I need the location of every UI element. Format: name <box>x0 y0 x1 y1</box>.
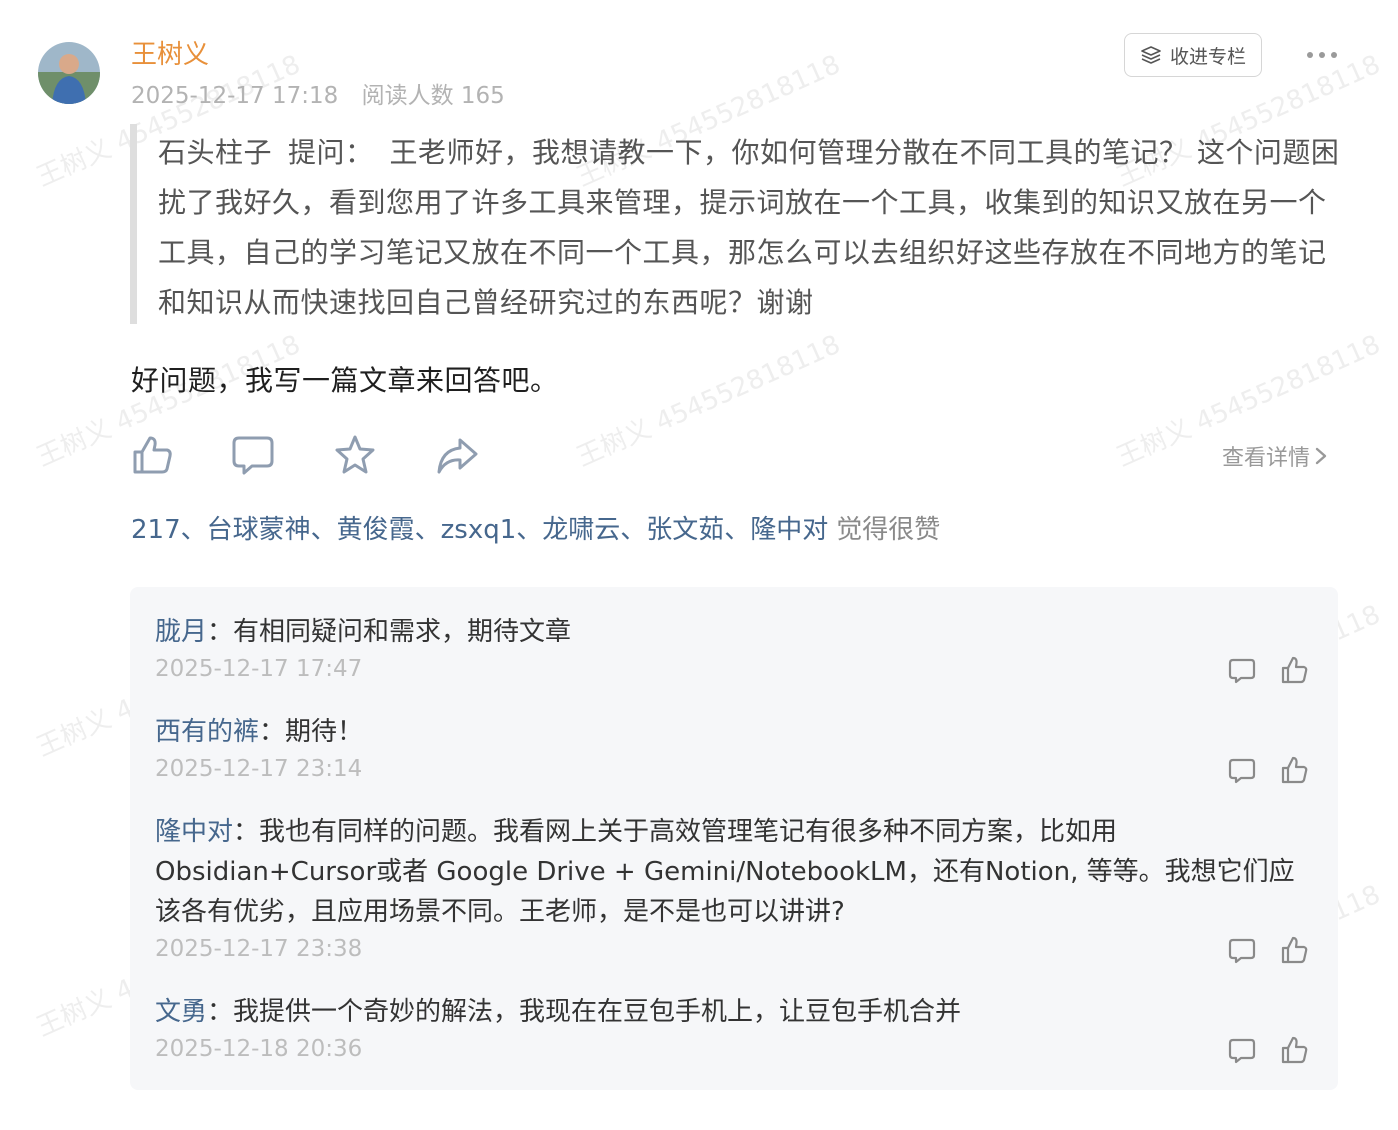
comment-like-button[interactable] <box>1280 935 1310 965</box>
comment-text: 我也有同样的问题。我看网上关于高效管理笔记有很多种不同方案，比如用 Obsidi… <box>155 817 1295 927</box>
comment-text: 期待！ <box>285 717 364 747</box>
comment-item: 西有的裤：期待！ <box>155 712 1305 752</box>
view-count: 阅读人数 165 <box>361 83 505 109</box>
comment-text: 我提供一个奇妙的解法，我现在在豆包手机上，让豆包手机合并 <box>233 997 962 1027</box>
comment-reply-button[interactable] <box>1227 656 1257 686</box>
author-avatar[interactable] <box>38 42 100 104</box>
comment-separator: ： <box>207 997 234 1027</box>
post-date: 2025-12-17 17:18 <box>131 83 339 109</box>
watermark: 王树义 454552818118 <box>572 329 845 473</box>
avatar-photo <box>38 42 100 104</box>
comment-reply-button[interactable] <box>1227 936 1257 966</box>
comment-author[interactable]: 文勇 <box>155 997 207 1027</box>
post-meta: 2025-12-17 17:18 阅读人数 165 <box>131 76 505 110</box>
view-details-label: 查看详情 <box>1222 446 1311 471</box>
comment-date: 2025-12-17 23:14 <box>155 756 363 782</box>
comment-text: 有相同疑问和需求，期待文章 <box>233 617 572 647</box>
comment-reply-button[interactable] <box>1227 1036 1257 1066</box>
comment-reply-button[interactable] <box>1227 756 1257 786</box>
comment-icon <box>1228 938 1256 964</box>
likes-suffix: 觉得很赞 <box>836 515 941 545</box>
comment-item: 隆中对：我也有同样的问题。我看网上关于高效管理笔记有很多种不同方案，比如用 Ob… <box>155 812 1305 932</box>
chevron-right-icon <box>1315 447 1327 465</box>
question-label: 提问： <box>288 136 374 169</box>
comment-separator: ： <box>233 817 260 847</box>
more-dots-icon <box>1307 52 1337 58</box>
author-name[interactable]: 王树义 <box>131 34 209 71</box>
thumb-up-icon <box>1281 1036 1308 1064</box>
share-button[interactable] <box>434 432 480 478</box>
question-text: 石头柱子 提问： 王老师好，我想请教一下，你如何管理分散在不同工具的笔记？ 这个问题… <box>158 128 1340 328</box>
likes-summary: 217、台球蒙神、黄俊霞、zsxq1、龙啸云、张文茹、隆中对 觉得很赞 <box>131 509 940 546</box>
layers-icon <box>1141 46 1161 64</box>
comment-like-button[interactable] <box>1280 655 1310 685</box>
star-icon <box>335 435 375 474</box>
comment-author[interactable]: 胧月 <box>155 617 207 647</box>
comment-date: 2025-12-17 17:47 <box>155 656 363 682</box>
collect-to-column-button[interactable]: 收进专栏 <box>1124 33 1262 77</box>
thumb-up-icon <box>1281 656 1308 684</box>
comment-icon <box>1228 1038 1256 1064</box>
comment-like-button[interactable] <box>1280 755 1310 785</box>
comment-separator: ： <box>207 617 234 647</box>
comment-item: 文勇：我提供一个奇妙的解法，我现在在豆包手机上，让豆包手机合并 <box>155 992 1305 1032</box>
comment-date: 2025-12-18 20:36 <box>155 1036 363 1062</box>
comment-separator: ： <box>259 717 286 747</box>
favorite-button[interactable] <box>332 432 378 478</box>
thumb-up-icon <box>133 436 172 474</box>
answer-text: 好问题，我写一篇文章来回答吧。 <box>131 364 559 397</box>
thumb-up-icon <box>1281 756 1308 784</box>
comment-icon <box>1228 658 1256 684</box>
question-asker: 石头柱子 <box>158 136 273 169</box>
comment-author[interactable]: 隆中对 <box>155 817 233 847</box>
likes-names[interactable]: 217、台球蒙神、黄俊霞、zsxq1、龙啸云、张文茹、隆中对 <box>131 515 828 545</box>
comment-icon <box>232 436 274 475</box>
comment-button[interactable] <box>230 432 276 478</box>
comment-date: 2025-12-17 23:38 <box>155 936 363 962</box>
like-button[interactable] <box>130 432 176 478</box>
more-options-button[interactable] <box>1304 40 1340 70</box>
comment-item: 胧月：有相同疑问和需求，期待文章 <box>155 612 1305 652</box>
comment-like-button[interactable] <box>1280 1035 1310 1065</box>
thumb-up-icon <box>1281 936 1308 964</box>
view-details-link[interactable]: 查看详情 <box>1222 440 1328 472</box>
share-icon <box>437 438 478 474</box>
collect-label: 收进专栏 <box>1169 45 1246 68</box>
comment-author[interactable]: 西有的裤 <box>155 717 259 747</box>
comment-icon <box>1228 758 1256 784</box>
